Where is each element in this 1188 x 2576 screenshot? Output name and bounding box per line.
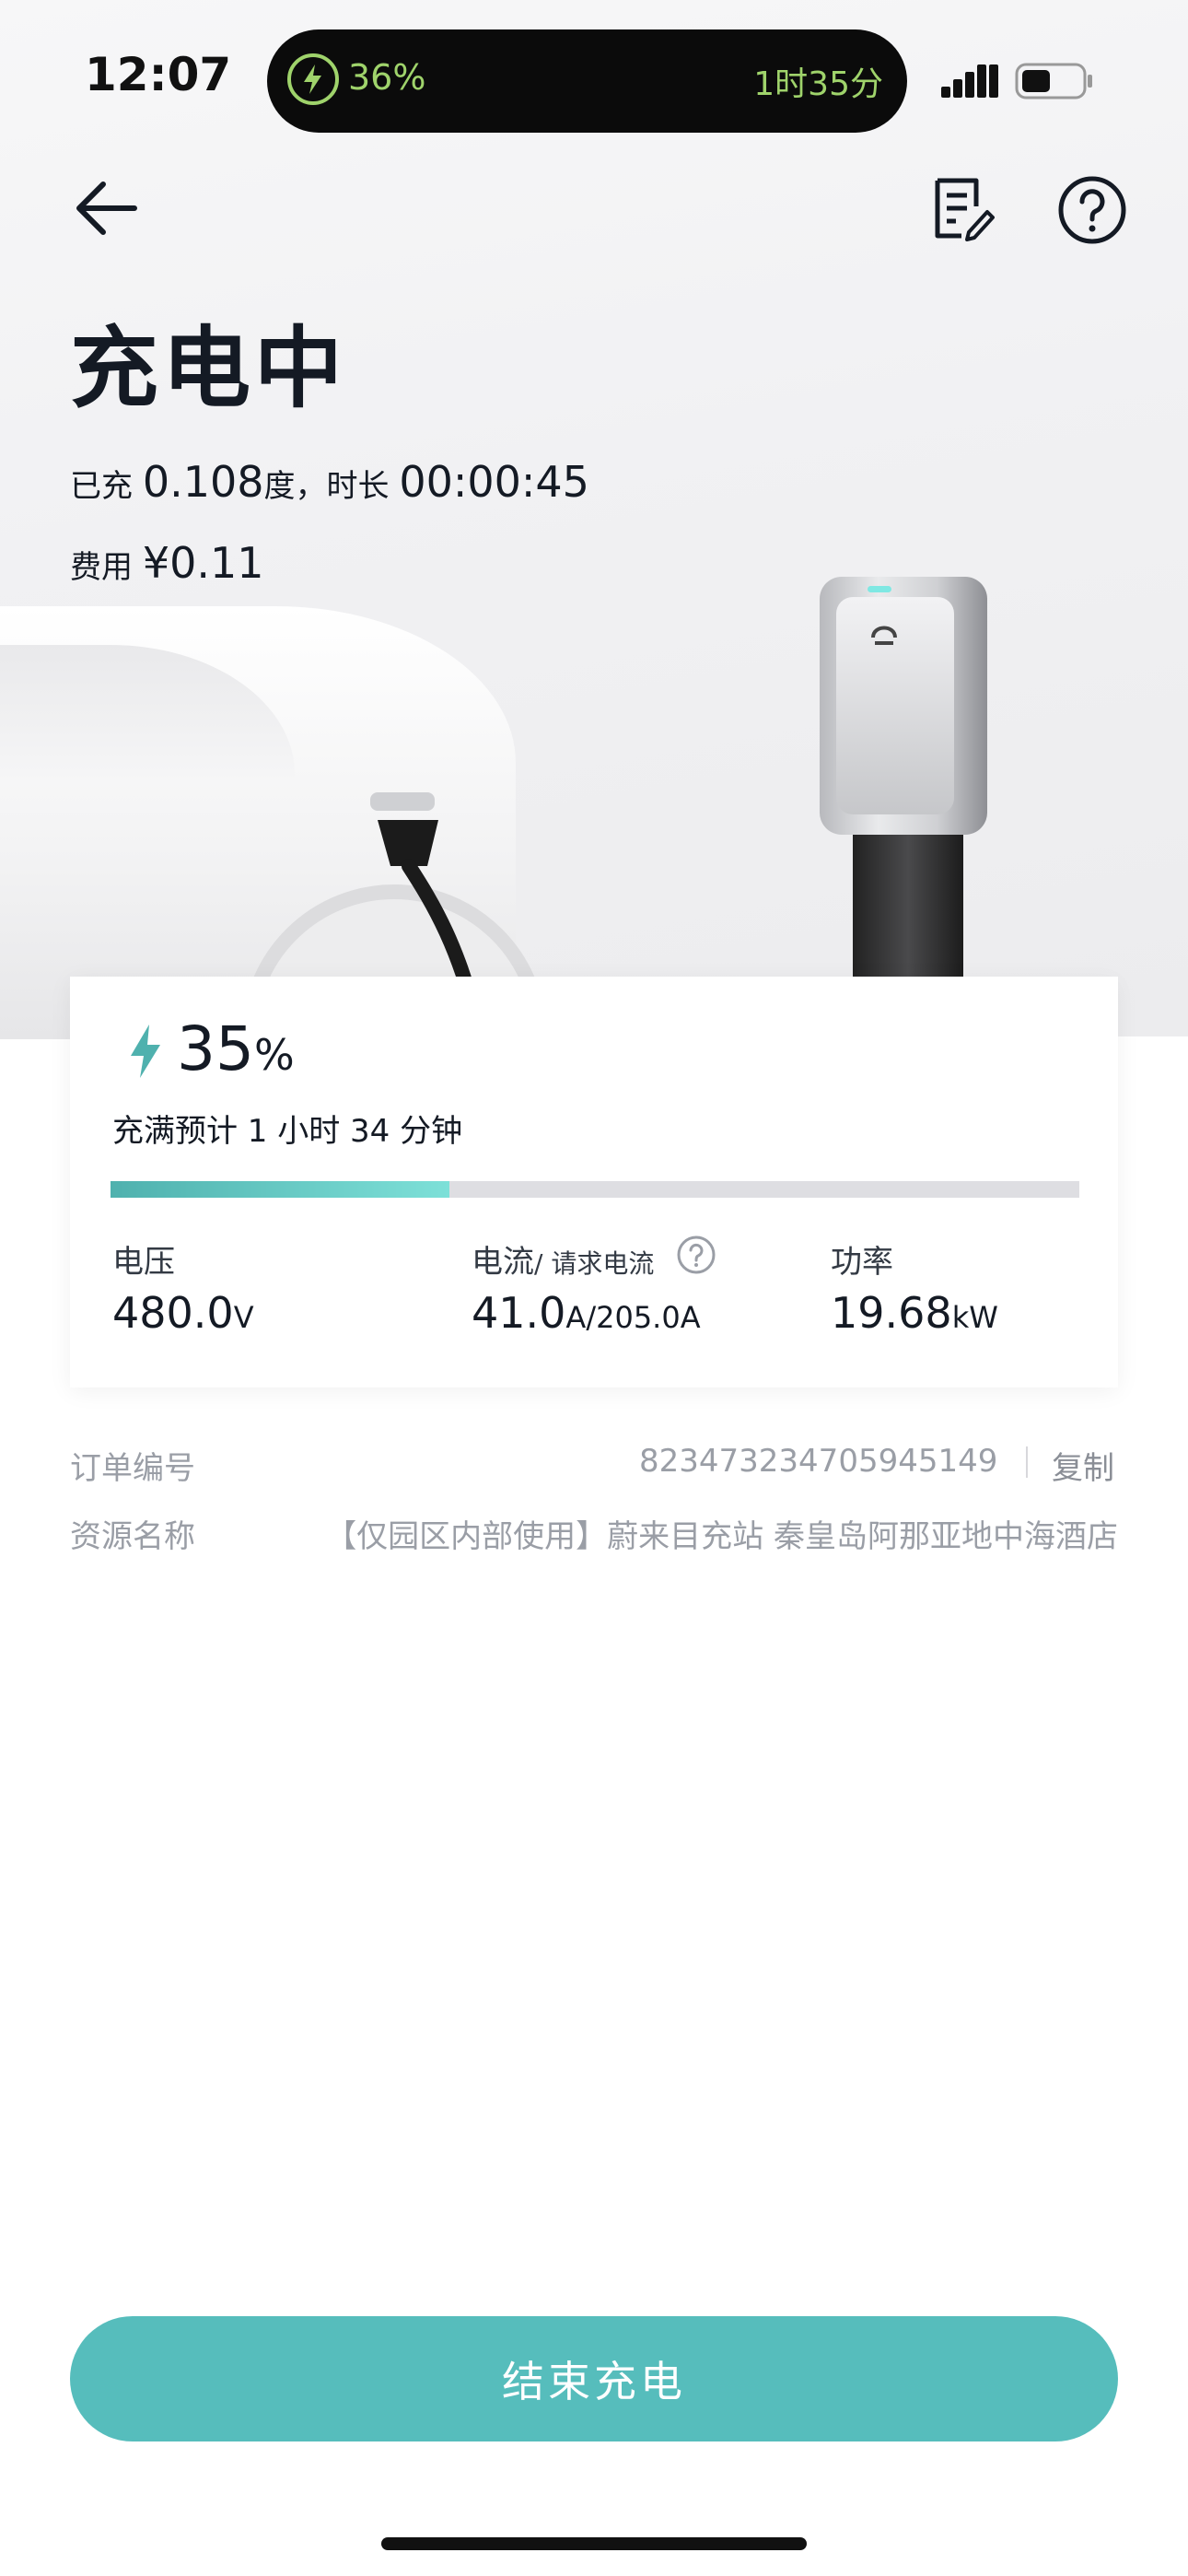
end-charging-button[interactable]: 结束充电 xyxy=(70,2316,1118,2441)
resource-name-label: 资源名称 xyxy=(70,1518,195,1555)
charging-eta: 1时35分 xyxy=(753,65,883,103)
divider xyxy=(1026,1446,1028,1478)
battery-percent-value: 35 xyxy=(177,1013,254,1084)
brand-logo-icon xyxy=(871,626,897,645)
resource-name-value: 【仅园区内部使用】蔚来目充站 秦皇岛阿那亚地中海酒店 xyxy=(325,1518,1118,1555)
home-indicator[interactable] xyxy=(381,2537,807,2550)
requested-current-label: / 请求电流 xyxy=(534,1248,655,1279)
battery-percent: 35% xyxy=(177,1013,295,1084)
question-circle-icon[interactable] xyxy=(676,1235,716,1275)
full-charge-eta: 充满预计 1 小时 34 分钟 xyxy=(112,1113,463,1150)
current-unit: A xyxy=(565,1300,587,1335)
charger-post xyxy=(853,835,963,977)
voltage-label: 电压 xyxy=(112,1244,175,1281)
requested-current-value: /205.0A xyxy=(586,1300,701,1335)
voltage-value: 480.0 xyxy=(112,1288,234,1338)
dynamic-island[interactable]: 36% 1时35分 xyxy=(267,29,907,133)
percent-sign: % xyxy=(253,1030,295,1080)
current-label: 电流 xyxy=(472,1244,534,1281)
charging-status-card: 35% 充满预计 1 小时 34 分钟 电压 480.0V 电流/ 请求电流 4… xyxy=(70,977,1118,1388)
charger-led xyxy=(868,586,891,592)
charged-label: 已充 xyxy=(70,468,133,505)
question-circle-icon[interactable] xyxy=(1057,175,1127,245)
order-number-value: 823473234705945149 xyxy=(639,1443,998,1480)
charged-unit: 度， xyxy=(263,468,327,505)
charge-progress-fill xyxy=(111,1181,450,1198)
charge-summary: 已充 0.108度，时长 00:00:45 xyxy=(70,457,589,507)
page-title: 充电中 xyxy=(70,317,346,420)
copy-button[interactable]: 复制 xyxy=(1052,1443,1114,1488)
battery-icon xyxy=(1015,63,1092,100)
status-time: 12:07 xyxy=(85,48,232,101)
order-number-label: 订单编号 xyxy=(70,1450,195,1487)
charging-percent: 36% xyxy=(348,57,426,98)
fee-value: ¥0.11 xyxy=(142,538,264,588)
edit-document-icon[interactable] xyxy=(928,175,995,241)
power-metric: 19.68kW xyxy=(831,1288,998,1338)
signal-icon xyxy=(941,64,998,98)
current-value: 41.0 xyxy=(472,1288,566,1338)
current-metric: 41.0A/205.0A xyxy=(472,1288,701,1338)
voltage-unit: V xyxy=(233,1300,254,1335)
lightning-icon xyxy=(131,1025,160,1078)
power-label: 功率 xyxy=(831,1244,893,1281)
charge-progress-bar xyxy=(111,1181,1079,1198)
current-label-group: 电流/ 请求电流 xyxy=(472,1236,654,1282)
duration-label: 时长 xyxy=(326,468,390,505)
arrow-left-icon[interactable] xyxy=(74,175,140,241)
duration-value: 00:00:45 xyxy=(399,457,589,507)
lightning-icon xyxy=(287,53,339,105)
voltage-metric: 480.0V xyxy=(112,1288,254,1338)
fee-summary: 费用 ¥0.11 xyxy=(70,538,264,588)
power-unit: kW xyxy=(951,1300,998,1335)
fee-label: 费用 xyxy=(70,549,133,586)
charged-value: 0.108 xyxy=(142,457,264,507)
power-value: 19.68 xyxy=(831,1288,952,1338)
